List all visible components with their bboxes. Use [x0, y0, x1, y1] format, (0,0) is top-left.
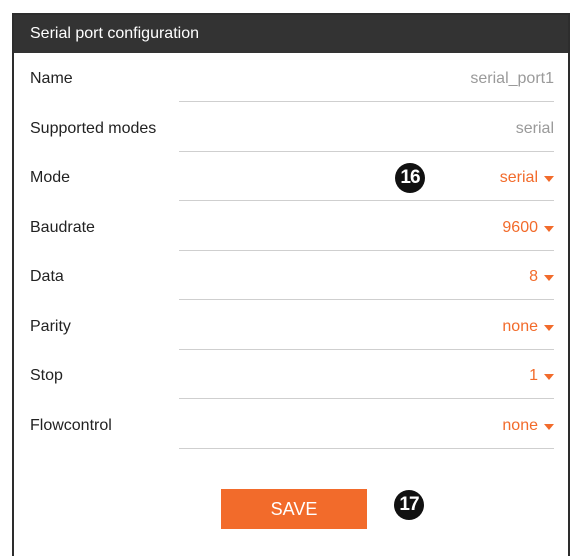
caret-down-icon — [544, 374, 554, 380]
flowcontrol-row: Flowcontrol none — [14, 412, 568, 461]
panel-title: Serial port configuration — [14, 15, 568, 53]
name-value: serial_port1 — [470, 70, 554, 87]
baudrate-row: Baudrate 9600 — [14, 214, 568, 263]
row-divider — [179, 101, 554, 102]
name-label: Name — [30, 70, 73, 87]
mode-label: Mode — [30, 169, 71, 186]
caret-down-icon — [544, 176, 554, 182]
parity-select[interactable]: none — [502, 313, 554, 341]
caret-down-icon — [544, 325, 554, 331]
flowcontrol-select-value: none — [502, 417, 538, 434]
stop-select[interactable]: 1 — [529, 362, 554, 390]
supported-modes-label: Supported modes — [30, 120, 157, 137]
row-divider — [179, 398, 554, 399]
mode-row: Mode serial — [14, 164, 568, 213]
parity-label: Parity — [30, 318, 71, 335]
data-select[interactable]: 8 — [529, 263, 554, 291]
parity-select-value: none — [502, 318, 538, 335]
flowcontrol-select[interactable]: none — [502, 412, 554, 440]
callout-badge-16: 16 — [395, 163, 425, 193]
parity-row: Parity none — [14, 313, 568, 362]
flowcontrol-label: Flowcontrol — [30, 417, 112, 434]
caret-down-icon — [544, 275, 554, 281]
row-divider — [179, 299, 554, 300]
supported-modes-value: serial — [515, 120, 554, 137]
row-divider — [179, 200, 554, 201]
row-divider — [179, 250, 554, 251]
name-row: Name serial_port1 — [14, 65, 568, 114]
stop-select-value: 1 — [529, 367, 538, 384]
mode-select[interactable]: serial — [500, 164, 554, 192]
stop-row: Stop 1 — [14, 362, 568, 411]
supported-modes-row: Supported modes serial — [14, 115, 568, 164]
serial-port-config-panel: Serial port configuration Name serial_po… — [12, 13, 570, 556]
data-label: Data — [30, 268, 64, 285]
caret-down-icon — [544, 424, 554, 430]
row-divider — [179, 448, 554, 449]
baudrate-select-value: 9600 — [502, 219, 538, 236]
baudrate-label: Baudrate — [30, 219, 95, 236]
stop-label: Stop — [30, 367, 63, 384]
callout-badge-17: 17 — [394, 490, 424, 520]
data-select-value: 8 — [529, 268, 538, 285]
save-button[interactable]: SAVE — [221, 489, 367, 529]
caret-down-icon — [544, 226, 554, 232]
mode-select-value: serial — [499, 169, 538, 186]
row-divider — [179, 151, 554, 152]
baudrate-select[interactable]: 9600 — [502, 214, 554, 242]
data-row: Data 8 — [14, 263, 568, 312]
row-divider — [179, 349, 554, 350]
